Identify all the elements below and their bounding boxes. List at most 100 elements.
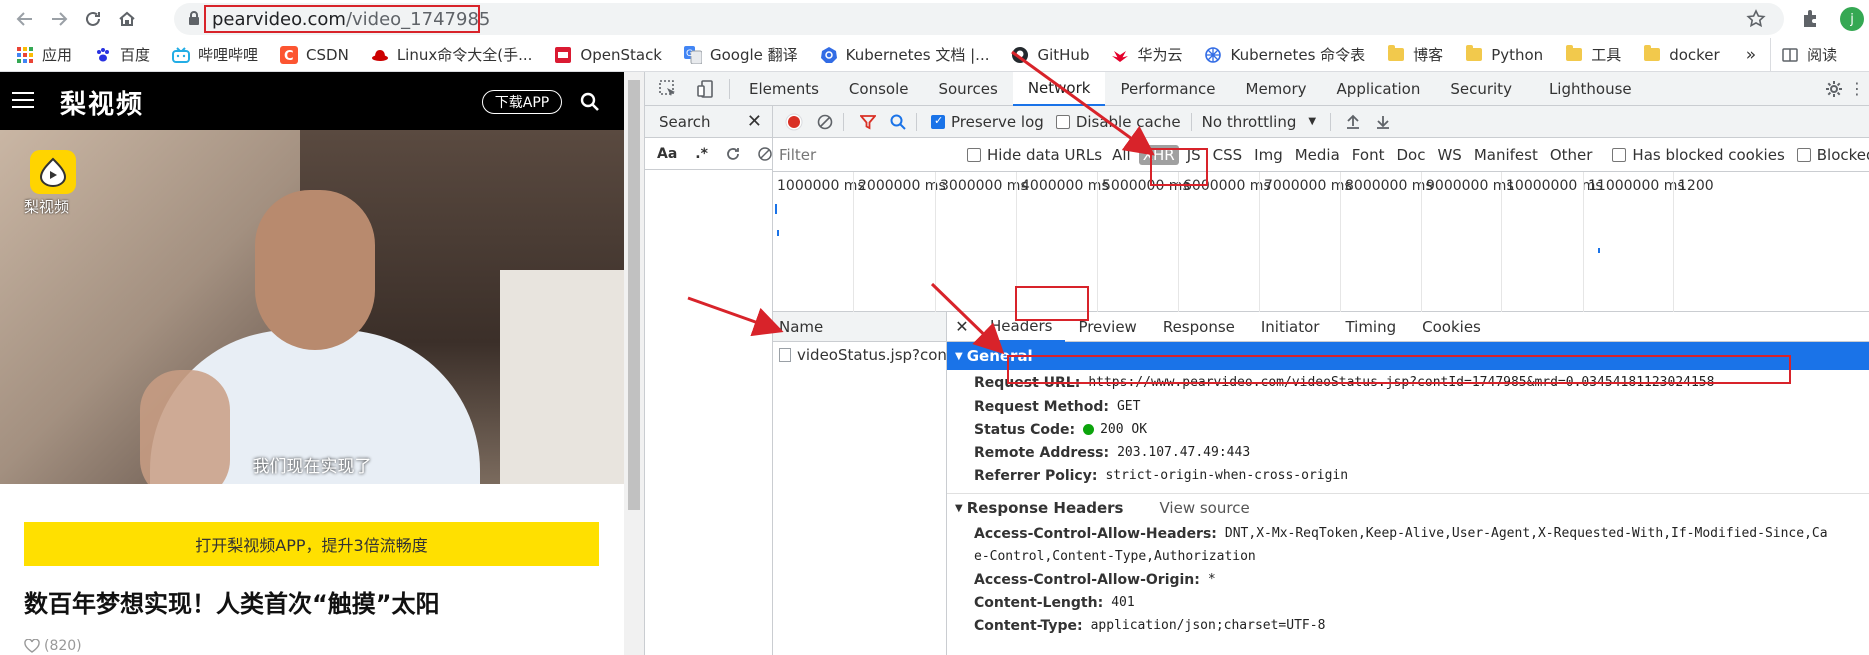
bookmark-k8s-docs[interactable]: Kubernetes 文档 |... <box>808 38 1000 72</box>
site-logo[interactable]: 梨视频 <box>60 84 144 121</box>
checkbox-unchecked[interactable] <box>1055 114 1070 129</box>
reload-icon[interactable] <box>76 2 110 36</box>
scrollbar-thumb[interactable] <box>628 80 640 510</box>
network-overview-timeline[interactable]: 1000000 ms 2000000 ms 3000000 ms 4000000… <box>773 172 1869 312</box>
inspect-element-icon[interactable] <box>649 72 687 106</box>
bookmark-folder-blog[interactable]: 博客 <box>1375 38 1453 72</box>
bookmark-folder-docker[interactable]: docker <box>1631 38 1730 72</box>
response-headers-section-header[interactable]: ▼ Response Headers View source <box>947 494 1869 522</box>
filter-type-doc[interactable]: Doc <box>1396 146 1425 164</box>
regex-toggle[interactable]: .* <box>695 146 708 162</box>
filter-type-css[interactable]: CSS <box>1213 146 1243 164</box>
tab-initiator[interactable]: Initiator <box>1248 312 1333 342</box>
reading-list-icon <box>1781 46 1799 64</box>
tab-response[interactable]: Response <box>1150 312 1248 342</box>
tab-network[interactable]: Network <box>1012 71 1106 106</box>
bookmark-baidu[interactable]: 百度 <box>82 38 160 72</box>
download-app-button[interactable]: 下载APP <box>482 90 562 114</box>
filter-type-media[interactable]: Media <box>1295 146 1340 164</box>
preserve-log-checkbox[interactable]: Preserve log <box>931 113 1044 131</box>
filter-input[interactable] <box>779 143 955 166</box>
address-bar[interactable]: pearvideo.com/video_1747985 <box>174 3 1784 35</box>
has-blocked-cookies-checkbox[interactable]: Has blocked cookies <box>1612 146 1785 164</box>
more-options-icon[interactable]: ⋮ <box>1845 72 1869 106</box>
bookmark-folder-tools[interactable]: 工具 <box>1553 38 1631 72</box>
record-icon[interactable] <box>785 113 803 131</box>
search-icon[interactable] <box>890 114 906 130</box>
tab-elements[interactable]: Elements <box>734 72 834 106</box>
status-code-value: 200 OK <box>1100 422 1148 437</box>
hide-data-urls-checkbox[interactable]: Hide data URLs <box>967 146 1102 164</box>
filter-type-ws[interactable]: WS <box>1437 146 1461 164</box>
checkbox-unchecked[interactable] <box>1612 147 1627 162</box>
bookmarks-overflow-button[interactable]: » <box>1730 38 1766 72</box>
bookmark-bilibili[interactable]: 哔哩哔哩 <box>160 38 268 72</box>
filter-type-all[interactable]: All <box>1112 146 1131 164</box>
close-icon[interactable]: ✕ <box>947 317 977 336</box>
checkbox-unchecked[interactable] <box>967 147 981 162</box>
filter-type-other[interactable]: Other <box>1550 146 1593 164</box>
video-player[interactable]: 梨视频 我们现在实现了 <box>0 130 624 484</box>
bookmark-k8s-cmd[interactable]: Kubernetes 命令表 <box>1192 38 1375 72</box>
tab-memory[interactable]: Memory <box>1231 72 1322 106</box>
tab-timing[interactable]: Timing <box>1332 312 1409 342</box>
filter-type-manifest[interactable]: Manifest <box>1474 146 1538 164</box>
tab-lighthouse[interactable]: Lighthouse <box>1527 72 1647 106</box>
reading-list-button[interactable]: 阅读 <box>1770 37 1847 72</box>
filter-type-img[interactable]: Img <box>1254 146 1283 164</box>
filter-type-font[interactable]: Font <box>1352 146 1385 164</box>
profile-avatar[interactable]: j <box>1840 7 1864 31</box>
search-icon[interactable] <box>580 92 600 112</box>
tab-application[interactable]: Application <box>1322 72 1436 106</box>
refresh-icon[interactable] <box>726 147 740 161</box>
tab-console[interactable]: Console <box>834 72 924 106</box>
referrer-policy-label: Referrer Policy: <box>974 467 1098 484</box>
timeline-request-mark <box>775 204 777 214</box>
blocked-requests-checkbox[interactable]: Blocked Re <box>1796 145 1869 164</box>
back-icon[interactable] <box>8 2 42 36</box>
preserve-log-label: Preserve log <box>951 112 1044 131</box>
search-options: Aa .* <box>645 138 772 170</box>
home-icon[interactable] <box>110 2 144 36</box>
triangle-down-icon: ▼ <box>955 350 963 362</box>
open-app-banner[interactable]: 打开梨视频APP，提升3倍流畅度 <box>24 522 599 566</box>
clear-icon[interactable] <box>758 146 772 161</box>
checkbox-unchecked[interactable] <box>1796 147 1811 162</box>
bookmark-openstack[interactable]: OpenStack <box>542 38 672 72</box>
bookmark-folder-python[interactable]: Python <box>1453 38 1553 72</box>
clear-log-icon[interactable] <box>817 114 833 130</box>
disable-cache-checkbox[interactable]: Disable cache <box>1055 112 1181 131</box>
forward-icon[interactable] <box>42 2 76 36</box>
match-case-toggle[interactable]: Aa <box>657 146 677 162</box>
disable-cache-label: Disable cache <box>1075 112 1181 131</box>
tab-security[interactable]: Security <box>1435 72 1527 106</box>
menu-icon[interactable] <box>12 92 34 110</box>
bookmark-google-translate[interactable]: G Google 翻译 <box>672 38 808 72</box>
throttling-select[interactable]: No throttling ▼ <box>1202 113 1316 131</box>
name-column-header[interactable]: Name <box>773 312 946 342</box>
bookmark-csdn[interactable]: C CSDN <box>268 38 359 72</box>
tab-sources[interactable]: Sources <box>923 72 1012 106</box>
checkbox-checked[interactable] <box>931 114 945 129</box>
blocked-requests-label: Blocked Re <box>1816 145 1869 164</box>
close-icon[interactable]: ✕ <box>747 111 762 132</box>
url-text[interactable]: pearvideo.com/video_1747985 <box>204 5 490 33</box>
device-toggle-icon[interactable] <box>687 72 725 106</box>
bookmark-huawei[interactable]: 华为云 <box>1099 38 1192 72</box>
bookmark-star-icon[interactable] <box>1746 9 1766 29</box>
page-scrollbar[interactable] <box>624 72 644 655</box>
request-row[interactable]: videoStatus.jsp?contId=... <box>773 342 946 368</box>
upload-har-icon[interactable] <box>1345 114 1361 130</box>
download-har-icon[interactable] <box>1375 114 1391 130</box>
extensions-puzzle-icon[interactable] <box>1800 9 1820 29</box>
view-source-link[interactable]: View source <box>1160 499 1250 517</box>
bookmark-linux[interactable]: Linux命令大全(手... <box>359 38 543 72</box>
browser-toolbar: pearvideo.com/video_1747985 j <box>0 0 1869 38</box>
bookmark-label: OpenStack <box>580 45 662 64</box>
like-count[interactable]: (820) <box>24 638 82 654</box>
tab-performance[interactable]: Performance <box>1105 72 1230 106</box>
tab-cookies[interactable]: Cookies <box>1409 312 1494 342</box>
filter-funnel-icon[interactable] <box>860 114 876 130</box>
bookmark-github[interactable]: GitHub <box>999 38 1099 72</box>
bookmark-apps[interactable]: 应用 <box>0 38 82 72</box>
